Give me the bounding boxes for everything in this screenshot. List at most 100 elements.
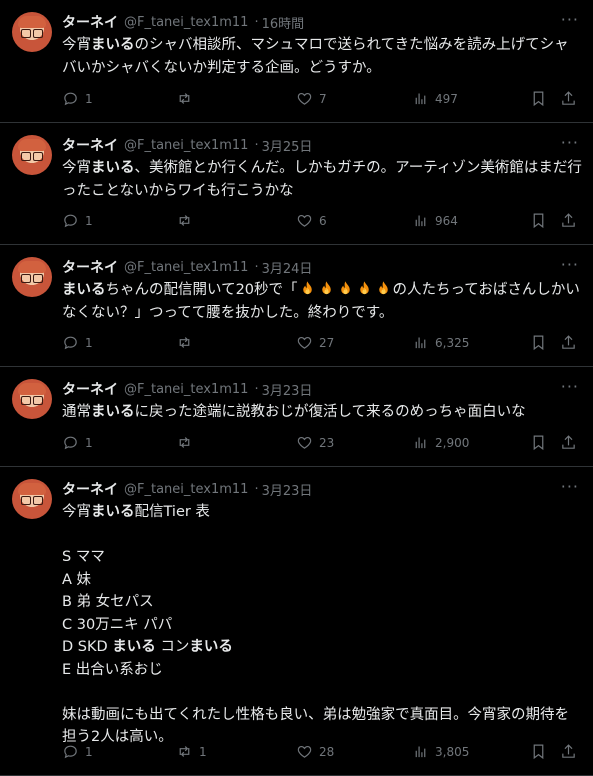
- timestamp[interactable]: 16時間: [262, 13, 305, 32]
- avatar[interactable]: [12, 135, 52, 175]
- bookmark-button[interactable]: [530, 743, 547, 760]
- display-name[interactable]: ターネイ: [62, 257, 118, 277]
- views-button[interactable]: 497: [412, 90, 458, 107]
- tweet-text-segment: ちゃんの配信開いて20秒で「: [105, 282, 298, 298]
- retweet-icon: [179, 215, 190, 226]
- user-handle[interactable]: @F_tanei_tex1m11: [124, 15, 248, 30]
- separator-dot: ·: [254, 259, 259, 275]
- views-button[interactable]: 6,325: [412, 334, 469, 351]
- share-button[interactable]: [560, 334, 577, 351]
- share-icon: [562, 91, 575, 105]
- share-icon: [562, 213, 575, 227]
- highlighted-keyword: まいる: [189, 639, 233, 655]
- user-handle[interactable]: @F_tanei_tex1m11: [124, 138, 248, 153]
- more-options-icon[interactable]: ···: [561, 255, 579, 274]
- avatar[interactable]: [12, 12, 52, 52]
- timestamp[interactable]: 3月23日: [262, 380, 313, 399]
- more-options-icon[interactable]: ···: [561, 133, 579, 152]
- action-bar: 1 1 28 3,805: [62, 743, 582, 763]
- reply-button[interactable]: 1: [62, 334, 93, 351]
- tweet-header: ターネイ @F_tanei_tex1m11 · 16時間: [62, 12, 304, 32]
- share-button[interactable]: [560, 743, 577, 760]
- share-button[interactable]: [560, 434, 577, 451]
- bookmark-icon: [533, 91, 544, 107]
- display-name[interactable]: ターネイ: [62, 12, 118, 32]
- timestamp[interactable]: 3月25日: [262, 136, 313, 155]
- avatar[interactable]: [12, 257, 52, 297]
- views-button[interactable]: 3,805: [412, 743, 469, 760]
- retweet-icon: [179, 746, 190, 757]
- separator-dot: ·: [254, 137, 259, 153]
- tweet[interactable]: ターネイ @F_tanei_tex1m11 · 3月25日 ··· 今宵まいる、…: [0, 123, 593, 245]
- like-button[interactable]: 28: [296, 743, 334, 760]
- tweet[interactable]: ターネイ @F_tanei_tex1m11 · 3月23日 ··· 通常まいるに…: [0, 367, 593, 467]
- highlighted-keyword: まいる: [62, 282, 106, 298]
- reply-count: 1: [85, 91, 93, 106]
- tweet[interactable]: ターネイ @F_tanei_tex1m11 · 16時間 ··· 今宵まいるのシ…: [0, 0, 593, 123]
- avatar[interactable]: [12, 379, 52, 419]
- action-bar: 1 23 2,900: [62, 434, 582, 454]
- tweet-header: ターネイ @F_tanei_tex1m11 · 3月23日: [62, 479, 312, 499]
- reply-button[interactable]: 1: [62, 90, 93, 107]
- retweet-button[interactable]: [176, 90, 199, 107]
- retweet-button[interactable]: [176, 434, 199, 451]
- tweet-text: 今宵まいる配信Tier 表 S ママ A 妹 B 弟 女セパス C 30万ニキ …: [62, 501, 582, 749]
- display-name[interactable]: ターネイ: [62, 379, 118, 399]
- bookmark-button[interactable]: [530, 90, 547, 107]
- retweet-button[interactable]: [176, 334, 199, 351]
- retweet-button[interactable]: 1: [176, 743, 207, 760]
- tweet[interactable]: ターネイ @F_tanei_tex1m11 · 3月23日 ··· 今宵まいる配…: [0, 467, 593, 776]
- share-icon: [562, 744, 575, 758]
- more-options-icon[interactable]: ···: [561, 377, 579, 396]
- bookmark-button[interactable]: [530, 434, 547, 451]
- share-icon: [562, 435, 575, 449]
- highlighted-keyword: まいる: [91, 37, 135, 53]
- timestamp[interactable]: 3月23日: [262, 480, 313, 499]
- reply-count: 1: [85, 213, 93, 228]
- tweet-text-segment: のシャバ相談所、マシュマロで送られてきた悩みを読み上げてシャバいかシャバくないか…: [62, 37, 569, 76]
- bookmark-button[interactable]: [530, 334, 547, 351]
- like-button[interactable]: 6: [296, 212, 327, 229]
- timestamp[interactable]: 3月24日: [262, 258, 313, 277]
- more-options-icon[interactable]: ···: [561, 477, 579, 496]
- tweet-text-segment: コン: [155, 639, 190, 655]
- retweet-button[interactable]: [176, 212, 199, 229]
- views-button[interactable]: 964: [412, 212, 458, 229]
- reply-button[interactable]: 1: [62, 743, 93, 760]
- like-heart-icon: [297, 92, 312, 105]
- tweet[interactable]: ターネイ @F_tanei_tex1m11 · 3月24日 ··· まいるちゃん…: [0, 245, 593, 367]
- like-button[interactable]: 27: [296, 334, 334, 351]
- retweet-count: 1: [199, 744, 207, 759]
- user-handle[interactable]: @F_tanei_tex1m11: [124, 382, 248, 397]
- tweet-text: 今宵まいるのシャバ相談所、マシュマロで送られてきた悩みを読み上げてシャバいかシャ…: [62, 34, 582, 79]
- reply-button[interactable]: 1: [62, 212, 93, 229]
- more-options-icon[interactable]: ···: [561, 10, 579, 29]
- user-handle[interactable]: @F_tanei_tex1m11: [124, 482, 248, 497]
- tweet-text-segment: 通常: [62, 404, 91, 420]
- bookmark-icon: [533, 213, 544, 229]
- avatar[interactable]: [12, 479, 52, 519]
- separator-dot: ·: [254, 14, 259, 30]
- views-count: 964: [435, 213, 458, 228]
- share-button[interactable]: [560, 212, 577, 229]
- fire-emoji-row: [298, 281, 393, 298]
- like-heart-icon: [297, 436, 312, 449]
- reply-count: 1: [85, 335, 93, 350]
- share-button[interactable]: [560, 90, 577, 107]
- like-button[interactable]: 23: [296, 434, 334, 451]
- action-bar: 1 6 964: [62, 212, 582, 232]
- display-name[interactable]: ターネイ: [62, 135, 118, 155]
- views-button[interactable]: 2,900: [412, 434, 469, 451]
- user-handle[interactable]: @F_tanei_tex1m11: [124, 260, 248, 275]
- action-bar: 1 7 497: [62, 90, 582, 110]
- like-button[interactable]: 7: [296, 90, 327, 107]
- tweet-text-segment: 今宵: [62, 504, 91, 520]
- tweet-header: ターネイ @F_tanei_tex1m11 · 3月23日: [62, 379, 312, 399]
- views-count: 6,325: [435, 335, 470, 350]
- tweet-header: ターネイ @F_tanei_tex1m11 · 3月25日: [62, 135, 312, 155]
- display-name[interactable]: ターネイ: [62, 479, 118, 499]
- reply-count: 1: [85, 435, 93, 450]
- reply-button[interactable]: 1: [62, 434, 93, 451]
- bookmark-button[interactable]: [530, 212, 547, 229]
- retweet-icon: [179, 437, 190, 448]
